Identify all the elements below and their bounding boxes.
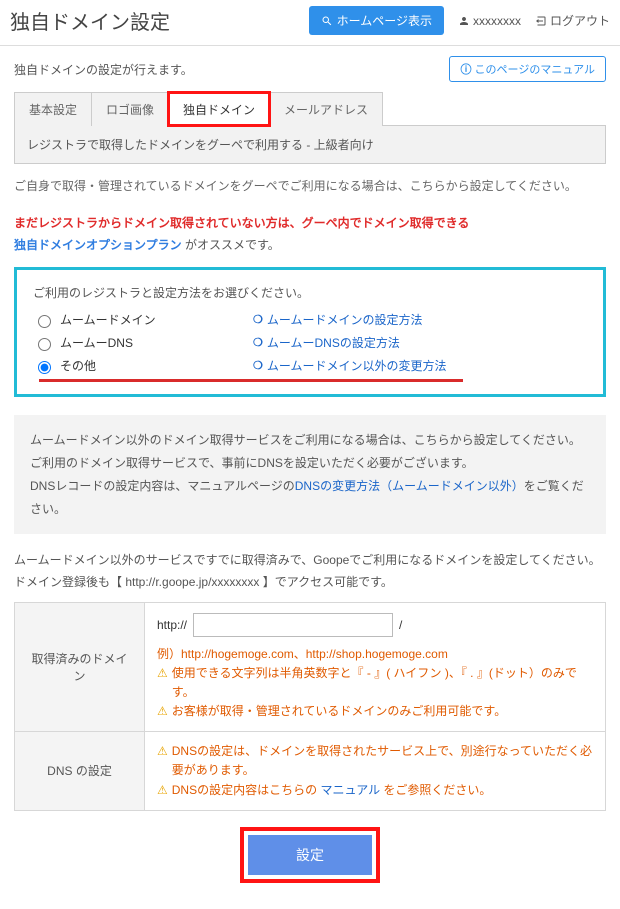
registrar-help-link-2[interactable]: ❍ ムームーDNSの設定方法	[253, 334, 587, 351]
highlight-underline	[39, 379, 463, 382]
tabs: 基本設定 ロゴ画像 独自ドメイン メールアドレス	[14, 92, 606, 126]
radio-muumuu-dns[interactable]	[38, 338, 51, 351]
info-icon: ❍	[253, 313, 263, 326]
protocol-label: http://	[157, 618, 187, 632]
user-icon	[458, 15, 470, 27]
info-icon: ❍	[253, 359, 263, 372]
registrar-help-link-3[interactable]: ❍ ムームードメイン以外の変更方法	[253, 357, 587, 374]
registrar-help-link-1[interactable]: ❍ ムームードメインの設定方法	[253, 311, 587, 328]
warning-icon: ⚠	[157, 742, 168, 761]
slash-label: /	[399, 618, 402, 632]
info-icon: ⓘ	[460, 64, 471, 76]
link-label-2: ムームーDNSの設定方法	[267, 334, 400, 351]
logout-label: ログアウト	[550, 12, 610, 29]
warn-chars: 使用できる文字列は半角英数字と『 - 』( ハイフン )、『 . 』(ドット）の…	[172, 664, 593, 702]
tab-logo[interactable]: ロゴ画像	[91, 92, 169, 126]
graybox-line2: ご利用のドメイン取得サービスで、事前にDNSを設定いただく必要がございます。	[30, 452, 590, 475]
warning-tail: がオススメです。	[185, 238, 280, 252]
homepage-button-label: ホームページ表示	[337, 12, 432, 29]
link-label-3: ムームードメイン以外の変更方法	[267, 357, 447, 374]
dns-warn2a: DNSの設定内容はこちらの	[172, 783, 321, 797]
para-line2: ドメイン登録後も【 http://r.goope.jp/xxxxxxxx 】でア…	[14, 572, 606, 594]
manual-button[interactable]: ⓘ このページのマニュアル	[449, 56, 606, 82]
submit-highlight: 設定	[244, 831, 376, 879]
info-icon: ❍	[253, 336, 263, 349]
domain-input[interactable]	[193, 613, 393, 637]
dns-manual-link-2[interactable]: マニュアル	[320, 783, 380, 797]
registrar-option-muumuu-domain[interactable]: ムームードメイン	[33, 311, 253, 328]
graybox-line1: ムームードメイン以外のドメイン取得サービスをご利用になる場合は、こちらから設定し…	[30, 429, 590, 452]
homepage-button[interactable]: ホームページ表示	[309, 6, 444, 35]
warn-owned: お客様が取得・管理されているドメインのみご利用可能です。	[172, 702, 506, 721]
user-menu[interactable]: xxxxxxxx	[458, 14, 521, 28]
dns-row-label: DNS の設定	[15, 732, 145, 811]
radio-label-3: その他	[60, 357, 96, 374]
tab-mail[interactable]: メールアドレス	[269, 92, 383, 126]
domain-form-table: 取得済みのドメイン http:// / 例）http://hogemoge.co…	[14, 602, 606, 811]
other-registrar-info: ムームードメイン以外のドメイン取得サービスをご利用になる場合は、こちらから設定し…	[14, 415, 606, 534]
panel-heading: レジストラで取得したドメインをグーペで利用する - 上級者向け	[14, 125, 606, 164]
registrar-lead: ご利用のレジストラと設定方法をお選びください。	[33, 284, 587, 301]
warning-icon: ⚠	[157, 664, 168, 683]
warning-icon: ⚠	[157, 781, 168, 800]
link-label-1: ムームードメインの設定方法	[267, 311, 423, 328]
registrar-option-other[interactable]: その他	[33, 357, 253, 374]
domain-instructions: ムームードメイン以外のサービスですでに取得済みで、Goopeでご利用になるドメイ…	[14, 550, 606, 593]
warning-line1: まだレジストラからドメイン取得されていない方は、グーペ内でドメイン取得できる	[14, 216, 469, 230]
page-title: 独自ドメイン設定	[10, 6, 309, 35]
intro-text: 独自ドメインの設定が行えます。	[14, 61, 449, 78]
manual-button-label: このページのマニュアル	[475, 64, 595, 76]
radio-other[interactable]	[38, 361, 51, 374]
search-icon	[321, 15, 333, 27]
radio-muumuu-domain[interactable]	[38, 315, 51, 328]
radio-label-2: ムームーDNS	[60, 334, 133, 351]
tab-domain[interactable]: 独自ドメイン	[168, 92, 270, 126]
domain-row-label: 取得済みのドメイン	[15, 602, 145, 732]
para-line1: ムームードメイン以外のサービスですでに取得済みで、Goopeでご利用になるドメイ…	[14, 550, 606, 572]
submit-button[interactable]: 設定	[248, 835, 372, 875]
tab-basic[interactable]: 基本設定	[14, 92, 92, 126]
recommendation-warning: まだレジストラからドメイン取得されていない方は、グーペ内でドメイン取得できる 独…	[14, 212, 606, 258]
registrar-option-muumuu-dns[interactable]: ムームーDNS	[33, 334, 253, 351]
logout-link[interactable]: ログアウト	[535, 12, 610, 29]
self-manage-note: ご自身で取得・管理されているドメインをグーペでご利用になる場合は、こちらから設定…	[14, 176, 606, 198]
warning-icon: ⚠	[157, 702, 168, 721]
radio-label-1: ムームードメイン	[60, 311, 156, 328]
username-label: xxxxxxxx	[473, 14, 521, 28]
logout-icon	[535, 15, 547, 27]
registrar-selection-box: ご利用のレジストラと設定方法をお選びください。 ムームードメイン ❍ ムームード…	[14, 267, 606, 397]
warning-plan-link[interactable]: 独自ドメインオプションプラン	[14, 238, 182, 252]
dns-manual-link[interactable]: DNSの変更方法（ムームードメイン以外）	[295, 479, 524, 493]
domain-example: 例）http://hogemoge.com、http://shop.hogemo…	[157, 645, 593, 662]
dns-warn1: DNSの設定は、ドメインを取得されたサービス上で、別途行なっていただく必要があり…	[172, 742, 593, 780]
dns-warn2b: をご参照ください。	[380, 783, 491, 797]
graybox-line3a: DNSレコードの設定内容は、マニュアルページの	[30, 479, 295, 493]
